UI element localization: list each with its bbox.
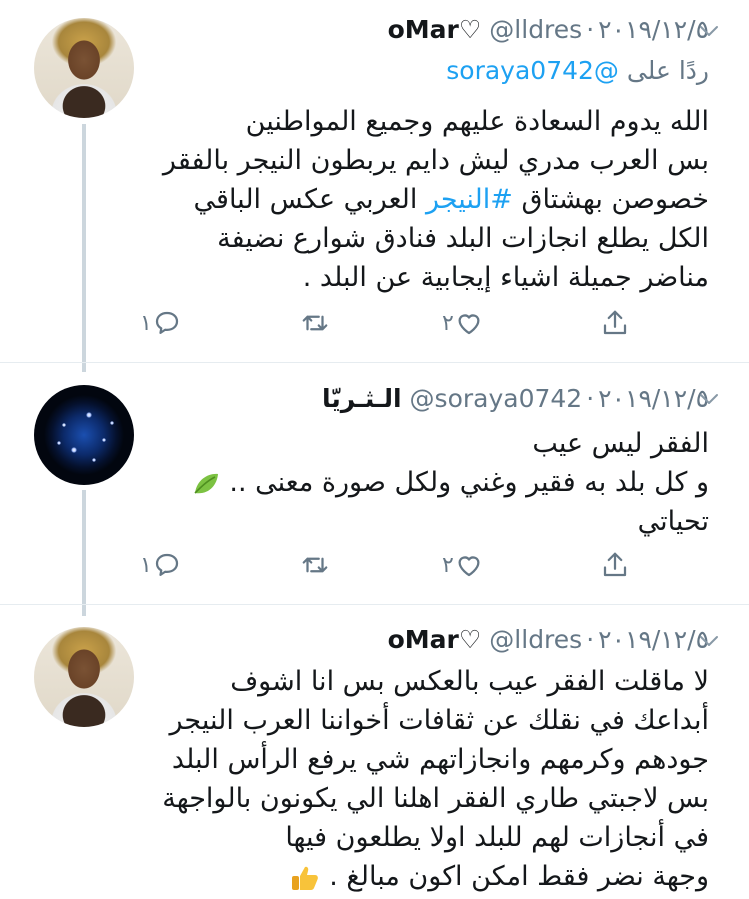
- tweet-actions: ١ ٢: [140, 548, 660, 582]
- hashtag-link[interactable]: #النيجر: [426, 184, 513, 215]
- text-line: خصوصن بهشتاق #النيجر العربي عكس الباقي: [149, 180, 709, 219]
- avatar[interactable]: [34, 385, 134, 485]
- like-count: ٢: [442, 552, 454, 578]
- thread-line: [82, 124, 86, 372]
- reply-mention-link[interactable]: @soraya0742: [446, 56, 619, 85]
- display-name[interactable]: oMar♡: [388, 625, 482, 654]
- share-icon: [603, 310, 627, 335]
- share-button[interactable]: [600, 306, 630, 340]
- text-line: أبداعك في نقلك عن ثقافات أخواننا العرب ا…: [169, 705, 709, 736]
- tweet-header: oMar♡ @lldres · ٢٠١٩/١٢/٥: [388, 622, 709, 656]
- share-icon: [603, 552, 627, 577]
- display-name[interactable]: الـثـريّا: [322, 384, 402, 413]
- text-span: العربي عكس الباقي: [193, 184, 418, 215]
- replying-to-label: ردًا على: [626, 56, 709, 85]
- user-handle[interactable]: @lldres: [489, 15, 582, 44]
- reply-button[interactable]: ١: [140, 548, 182, 582]
- text-line: في أنجازات لهم للبلد اولا يطلعون فيها: [285, 822, 709, 853]
- leaf-emoji: [194, 473, 218, 494]
- text-line: و كل بلد به فقير وغني ولكل صورة معنى ..: [149, 463, 709, 502]
- tweet-text: الله يدوم السعادة عليهم وجميع المواطنين …: [149, 102, 709, 297]
- retweet-button[interactable]: [300, 548, 330, 582]
- separator-dot: ·: [586, 383, 595, 413]
- retweet-button[interactable]: [300, 306, 330, 340]
- reply-count: ١: [140, 310, 152, 336]
- thread-line: [82, 490, 86, 616]
- tweet-header: oMar♡ @lldres · ٢٠١٩/١٢/٥: [388, 12, 709, 46]
- separator-dot: ·: [586, 624, 595, 654]
- text-line: الله يدوم السعادة عليهم وجميع المواطنين: [245, 106, 709, 137]
- heart-icon: [458, 556, 480, 577]
- tweet-date[interactable]: ٢٠١٩/١٢/٥: [598, 625, 709, 654]
- divider: [0, 362, 749, 363]
- retweet-icon: [302, 315, 328, 331]
- tweet-date[interactable]: ٢٠١٩/١٢/٥: [598, 384, 709, 413]
- tweet-text: لا ماقلت الفقر عيب بالعكس بس انا اشوف أب…: [149, 662, 709, 896]
- chevron-down-icon[interactable]: [698, 388, 720, 410]
- share-button[interactable]: [600, 548, 630, 582]
- reply-icon: [155, 553, 178, 576]
- divider: [0, 604, 749, 605]
- separator-dot: ·: [586, 14, 595, 44]
- reply-button[interactable]: ١: [140, 306, 182, 340]
- text-span: خصوصن بهشتاق: [521, 184, 709, 215]
- reply-count: ١: [140, 552, 152, 578]
- retweet-icon: [302, 557, 328, 573]
- tweet-header: الـثـريّا @soraya0742 · ٢٠١٩/١٢/٥: [322, 381, 709, 415]
- reply-icon: [155, 311, 178, 334]
- text-line: جودهم وكرمهم وانجازاتهم شي يرفع الرأس ال…: [171, 744, 709, 775]
- text-line: تحياتي: [637, 506, 709, 537]
- chevron-down-icon[interactable]: [698, 630, 720, 652]
- display-name[interactable]: oMar♡: [388, 15, 482, 44]
- heart-icon: [458, 314, 480, 335]
- text-span: و كل بلد به فقير وغني ولكل صورة معنى ..: [229, 467, 709, 498]
- text-line: مناضر جميلة اشياء إيجابية عن البلد .: [302, 262, 709, 293]
- replying-to: ردًا على @soraya0742: [446, 56, 709, 85]
- thumbs-up-emoji: [291, 866, 318, 890]
- text-line: وجهة نضر فقط امكن اكون مبالغ .: [149, 857, 709, 896]
- text-line: بس لاجبتي طاري الفقر اهلنا الي يكونون با…: [162, 783, 709, 814]
- like-count: ٢: [442, 310, 454, 336]
- tweet-actions: ١ ٢: [140, 306, 660, 340]
- user-handle[interactable]: @lldres: [489, 625, 582, 654]
- text-line: الكل يطلع انجازات البلد فنادق شوارع نضيف…: [217, 223, 709, 254]
- user-handle[interactable]: @soraya0742: [410, 384, 583, 413]
- tweet-date[interactable]: ٢٠١٩/١٢/٥: [598, 15, 709, 44]
- chevron-down-icon[interactable]: [698, 20, 720, 42]
- avatar[interactable]: [34, 18, 134, 118]
- text-line: الفقر ليس عيب: [532, 428, 709, 459]
- avatar[interactable]: [34, 627, 134, 727]
- text-span: وجهة نضر فقط امكن اكون مبالغ .: [329, 861, 709, 892]
- text-line: بس العرب مدري ليش دايم يربطون النيجر بال…: [162, 145, 709, 176]
- text-line: لا ماقلت الفقر عيب بالعكس بس انا اشوف: [230, 666, 709, 697]
- tweet-text: الفقر ليس عيب و كل بلد به فقير وغني ولكل…: [149, 424, 709, 541]
- like-button[interactable]: ٢: [442, 306, 484, 340]
- like-button[interactable]: ٢: [442, 548, 484, 582]
